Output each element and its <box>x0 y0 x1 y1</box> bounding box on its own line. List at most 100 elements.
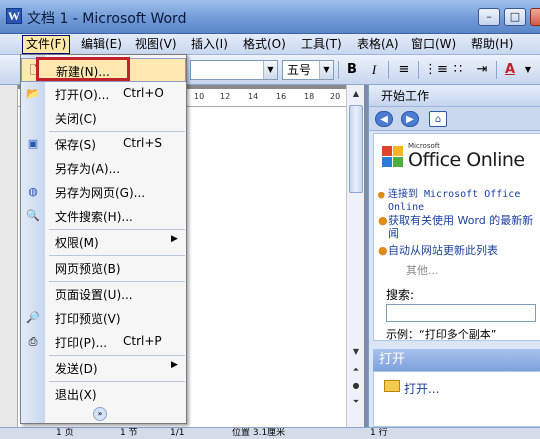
menu-item-exit[interactable]: 退出(X) <box>21 382 186 406</box>
search-example: 示例：“打印多个副本” <box>386 328 497 341</box>
menu-format[interactable]: 格式(O) <box>240 36 289 53</box>
previous-page-icon[interactable]: ⏶ <box>349 363 363 377</box>
highlight-annotation <box>36 57 130 81</box>
ruler-label: 12 <box>220 92 231 101</box>
open-link[interactable]: 打开... <box>404 380 439 397</box>
menu-edit[interactable]: 编辑(E) <box>78 36 125 53</box>
bullet-icon: ● <box>378 244 388 257</box>
task-pane-title: 开始工作 <box>369 85 540 107</box>
link-auto-update[interactable]: ● 自动从网站更新此列表 <box>378 244 538 257</box>
font-color-button[interactable]: A <box>500 61 520 79</box>
menu-window[interactable]: 窗口(W) <box>408 36 459 53</box>
menu-insert[interactable]: 插入(I) <box>188 36 231 53</box>
menu-item-send[interactable]: 发送(D) ▶ <box>21 356 186 380</box>
vertical-scrollbar[interactable]: ▲ ▼ ⏶ ● ⏷ <box>346 85 364 427</box>
office-online-logo: Microsoft Office Online <box>382 142 532 174</box>
minimize-button[interactable]: – <box>478 8 500 26</box>
file-menu-dropdown: 🗋 新建(N)... 📂 打开(O)... Ctrl+O 关闭(C) ▣ 保存(… <box>20 54 187 424</box>
menu-item-web-preview[interactable]: 网页预览(B) <box>21 256 186 280</box>
menu-item-permission[interactable]: 权限(M) ▶ <box>21 230 186 254</box>
file-search-icon: 🔍 <box>26 209 40 222</box>
ruler-label: 14 <box>248 92 259 101</box>
font-size-combo[interactable]: 五号 ▼ <box>282 60 334 80</box>
link-latest-news[interactable]: ● 获取有关使用 Word 的最新新闻 <box>378 214 538 240</box>
italic-button[interactable]: I <box>364 61 384 79</box>
menu-item-page-setup[interactable]: 页面设置(U)... <box>21 282 186 306</box>
align-center-icon[interactable]: ≡ <box>394 61 414 79</box>
font-name-combo[interactable]: ▼ <box>190 60 278 80</box>
browse-object-icon[interactable]: ● <box>349 379 363 393</box>
ruler-label: 20 <box>330 92 341 101</box>
bulleted-list-icon[interactable]: ∷ <box>448 61 468 79</box>
toolbar-separator <box>338 61 339 79</box>
submenu-arrow-icon: ▶ <box>171 234 178 244</box>
close-button[interactable] <box>530 8 540 26</box>
status-position: 位置 3.1厘米 <box>232 428 286 438</box>
status-page-of: 1/1 <box>170 428 185 438</box>
status-section: 1 节 <box>120 428 138 438</box>
title-bar: W 文档 1 - Microsoft Word – □ <box>0 0 540 34</box>
next-page-icon[interactable]: ⏷ <box>349 395 363 409</box>
open-section-header: 打开 <box>373 349 540 371</box>
ruler-label: 18 <box>304 92 315 101</box>
menu-item-print[interactable]: ⎙ 打印(P)... Ctrl+P <box>21 330 186 354</box>
chevron-down-icon: ▼ <box>263 61 277 79</box>
expand-menu-icon[interactable]: » <box>93 407 107 421</box>
back-arrow-icon[interactable]: ◀ <box>375 111 393 127</box>
bullet-icon: ● <box>378 188 385 201</box>
ruler-label: 16 <box>276 92 287 101</box>
menu-item-print-preview[interactable]: 🔎 打印预览(V) <box>21 306 186 330</box>
indent-icon[interactable]: ⇥ <box>472 61 492 79</box>
menu-tools[interactable]: 工具(T) <box>298 36 345 53</box>
open-section: 打开... <box>373 371 540 427</box>
scroll-down-icon[interactable]: ▼ <box>349 345 363 359</box>
menu-file[interactable]: 文件(F) <box>22 35 71 54</box>
task-pane: 开始工作 ◀ ▶ ⌂ Microsoft Office Online ● 连接到… <box>368 85 540 427</box>
menu-table[interactable]: 表格(A) <box>354 36 402 53</box>
office-logo-icon <box>393 157 403 167</box>
bold-button[interactable]: B <box>342 61 362 79</box>
numbered-list-icon[interactable]: ⋮≡ <box>424 61 448 79</box>
status-bar: 1 页 1 节 1/1 位置 3.1厘米 1 行 <box>0 427 540 439</box>
save-disk-icon: ▣ <box>27 137 39 150</box>
menu-item-file-search[interactable]: 🔍 文件搜索(H)... <box>21 204 186 228</box>
toolbar-separator <box>496 61 497 79</box>
brand-name: Office Online <box>408 149 525 171</box>
search-input[interactable] <box>386 304 536 322</box>
open-folder-icon <box>384 380 400 392</box>
chevron-down-icon[interactable]: ▼ <box>518 61 538 79</box>
print-preview-icon: 🔎 <box>26 311 40 324</box>
window-title: 文档 1 - Microsoft Word <box>27 11 187 27</box>
chevron-down-icon: ▼ <box>319 61 333 79</box>
search-label: 搜索: <box>386 288 415 302</box>
bullet-icon: ● <box>378 214 388 227</box>
office-logo-icon <box>382 146 392 156</box>
office-logo-icon <box>382 157 392 167</box>
maximize-button[interactable]: □ <box>504 8 526 26</box>
more-link[interactable]: 其他... <box>406 262 439 278</box>
menu-item-save[interactable]: ▣ 保存(S) Ctrl+S <box>21 132 186 156</box>
submenu-arrow-icon: ▶ <box>171 360 178 370</box>
vertical-ruler <box>0 85 18 427</box>
font-size-value: 五号 <box>287 63 312 77</box>
toolbar-separator <box>418 61 419 79</box>
menu-item-open[interactable]: 📂 打开(O)... Ctrl+O <box>21 82 186 106</box>
task-pane-nav: ◀ ▶ ⌂ <box>369 107 540 131</box>
menu-item-save-as[interactable]: 另存为(A)... <box>21 156 186 180</box>
home-icon[interactable]: ⌂ <box>429 111 447 127</box>
menu-bar: 文件(F) 编辑(E) 视图(V) 插入(I) 格式(O) 工具(T) 表格(A… <box>0 34 540 55</box>
scroll-thumb[interactable] <box>349 105 363 193</box>
menu-view[interactable]: 视图(V) <box>132 36 180 53</box>
menu-help[interactable]: 帮助(H) <box>468 36 516 53</box>
menu-item-close[interactable]: 关闭(C) <box>21 106 186 130</box>
menu-item-save-as-web[interactable]: ◍ 另存为网页(G)... <box>21 180 186 204</box>
ruler-label: 10 <box>194 92 205 101</box>
forward-arrow-icon[interactable]: ▶ <box>401 111 419 127</box>
open-folder-icon: 📂 <box>26 87 40 100</box>
scroll-up-icon[interactable]: ▲ <box>349 87 363 101</box>
office-online-panel: Microsoft Office Online ● 连接到 Microsoft … <box>373 133 540 341</box>
word-app-icon: W <box>6 8 22 24</box>
link-connect-office-online[interactable]: ● 连接到 Microsoft Office Online <box>378 188 538 214</box>
web-page-icon: ◍ <box>28 185 38 198</box>
status-line: 1 行 <box>370 428 388 438</box>
